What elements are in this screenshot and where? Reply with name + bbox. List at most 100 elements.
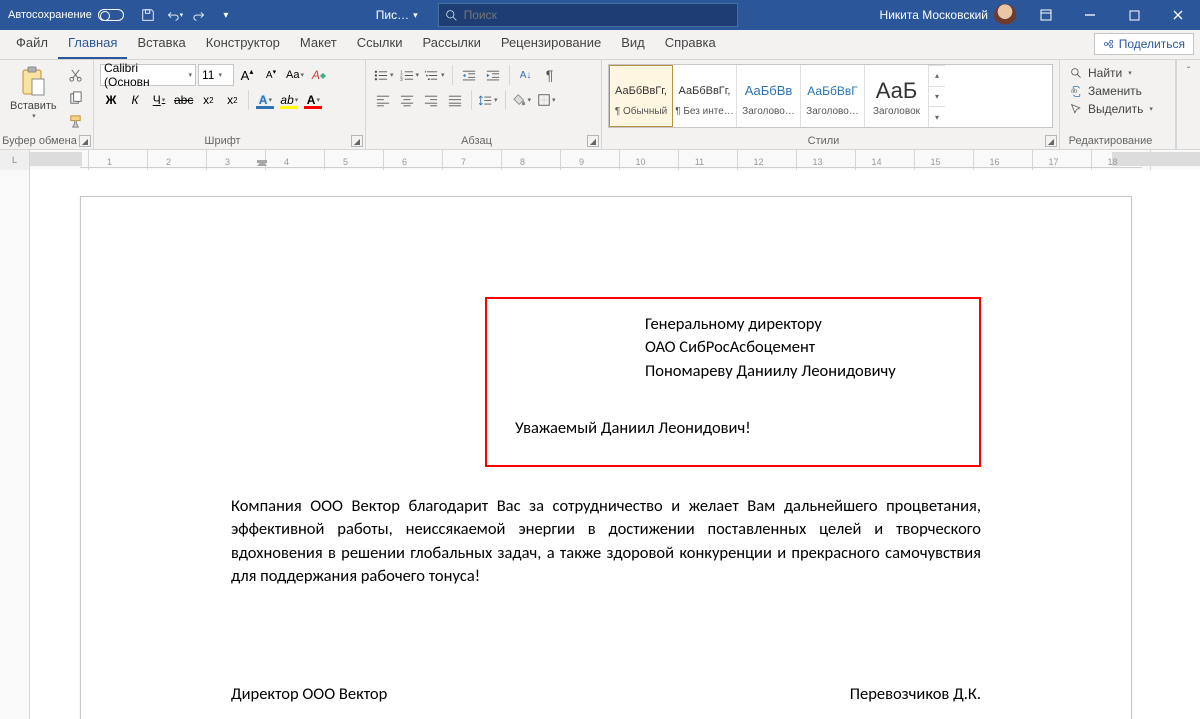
sort-icon[interactable]: A↓: [515, 64, 537, 86]
signer-title[interactable]: Директор ООО Вектор: [231, 683, 387, 706]
search-input[interactable]: [464, 8, 731, 22]
collapse-ribbon-icon[interactable]: ˇ: [1176, 60, 1200, 149]
salutation-line[interactable]: Уважаемый Даниил Леонидович!: [515, 417, 959, 440]
paragraph-dialog-launcher[interactable]: ◢: [587, 135, 599, 147]
gallery-down-icon[interactable]: ▾: [929, 86, 945, 107]
page[interactable]: Генеральному директору ОАО СибРосАсбоцем…: [80, 196, 1132, 719]
auto-save-label: Автосохранение: [8, 9, 92, 21]
style-item[interactable]: АаБбВвГЗаголово…: [801, 65, 865, 127]
search-icon: [445, 9, 458, 22]
tab-главная[interactable]: Главная: [58, 29, 127, 59]
redo-icon[interactable]: [188, 3, 212, 27]
quick-access-toolbar: ▾ ▾: [132, 3, 242, 27]
window-controls: [1024, 0, 1200, 30]
underline-button[interactable]: Ч▾: [148, 89, 170, 111]
body-paragraph[interactable]: Компания ООО Вектор благодарит Вас за со…: [231, 495, 981, 589]
paste-button[interactable]: Вставить ▾: [6, 64, 61, 122]
style-item[interactable]: АаБбВвГг,¶ Без инте…: [673, 65, 737, 127]
gallery-up-icon[interactable]: ▴: [929, 65, 945, 86]
copy-icon[interactable]: [65, 87, 87, 109]
clear-formatting-icon[interactable]: A◆: [308, 64, 330, 86]
borders-icon[interactable]: ▾: [535, 89, 558, 111]
show-marks-icon[interactable]: ¶: [539, 64, 561, 86]
line-spacing-icon[interactable]: ▾: [477, 89, 500, 111]
tab-конструктор[interactable]: Конструктор: [196, 29, 290, 59]
shading-icon[interactable]: ▾: [511, 89, 534, 111]
account-button[interactable]: Никита Московский: [872, 4, 1024, 26]
gallery-more-icon[interactable]: ▾: [929, 106, 945, 127]
document-title: Пис…▾: [376, 8, 434, 22]
font-color-button[interactable]: A▾: [302, 89, 324, 111]
hanging-indent-marker[interactable]: [257, 160, 267, 163]
style-item[interactable]: АаБЗаголовок: [865, 65, 929, 127]
svg-text:3: 3: [400, 77, 403, 82]
address-line[interactable]: ОАО СибРосАсбоцемент: [515, 336, 959, 359]
maximize-icon[interactable]: [1112, 0, 1156, 30]
address-line[interactable]: Генеральному директору: [515, 313, 959, 336]
tab-вид[interactable]: Вид: [611, 29, 655, 59]
superscript-button[interactable]: x2: [221, 89, 243, 111]
grow-font-icon[interactable]: A▴: [236, 64, 258, 86]
save-icon[interactable]: [136, 3, 160, 27]
styles-dialog-launcher[interactable]: ◢: [1045, 135, 1057, 147]
shrink-font-icon[interactable]: A▾: [260, 64, 282, 86]
tab-вставка[interactable]: Вставка: [127, 29, 195, 59]
font-name-select[interactable]: Calibri (Основн▾: [100, 64, 196, 86]
numbering-icon[interactable]: 123▾: [398, 64, 422, 86]
select-icon: [1070, 103, 1083, 116]
italic-button[interactable]: К: [124, 89, 146, 111]
search-box[interactable]: [438, 3, 738, 27]
window-title-bar: Автосохранение ▾ ▾ Пис…▾ Никита Московск…: [0, 0, 1200, 30]
share-button[interactable]: Поделиться: [1094, 33, 1194, 55]
format-painter-icon[interactable]: [65, 110, 87, 132]
font-size-select[interactable]: 11▾: [198, 64, 234, 86]
tab-справка[interactable]: Справка: [655, 29, 726, 59]
signer-name[interactable]: Перевозчиков Д.К.: [850, 683, 981, 706]
align-right-icon[interactable]: [420, 89, 442, 111]
ribbon-display-options-icon[interactable]: [1024, 0, 1068, 30]
highlight-button[interactable]: ab▾: [278, 89, 300, 111]
font-dialog-launcher[interactable]: ◢: [351, 135, 363, 147]
highlighted-text-block: Генеральному директору ОАО СибРосАсбоцем…: [485, 297, 981, 467]
group-label-editing: Редактирование: [1060, 135, 1161, 147]
tab-рецензирование[interactable]: Рецензирование: [491, 29, 611, 59]
align-center-icon[interactable]: [396, 89, 418, 111]
vertical-ruler[interactable]: [0, 170, 30, 719]
strikethrough-button[interactable]: abc: [172, 89, 195, 111]
address-line[interactable]: Пономареву Даниилу Леонидовичу: [515, 360, 959, 383]
tab-рассылки[interactable]: Рассылки: [412, 29, 490, 59]
undo-icon[interactable]: ▾: [162, 3, 186, 27]
first-line-indent-marker[interactable]: [257, 152, 267, 166]
tab-макет[interactable]: Макет: [290, 29, 347, 59]
group-editing: Найти▾ abЗаменить Выделить▾ Редактирован…: [1060, 60, 1176, 149]
minimize-icon[interactable]: [1068, 0, 1112, 30]
auto-save-toggle[interactable]: Автосохранение: [0, 9, 132, 21]
tab-файл[interactable]: Файл: [6, 29, 58, 59]
toggle-icon: [98, 9, 124, 21]
style-item[interactable]: АаБбВвЗаголово…: [737, 65, 801, 127]
multilevel-list-icon[interactable]: ▾: [423, 64, 447, 86]
align-left-icon[interactable]: [372, 89, 394, 111]
justify-icon[interactable]: [444, 89, 466, 111]
tab-selector[interactable]: L: [0, 150, 30, 170]
style-item[interactable]: АаБбВвГг,¶ Обычный: [609, 65, 673, 127]
change-case-icon[interactable]: Aa▾: [284, 64, 306, 86]
increase-indent-icon[interactable]: [482, 64, 504, 86]
bold-button[interactable]: Ж: [100, 89, 122, 111]
cut-icon[interactable]: [65, 64, 87, 86]
decrease-indent-icon[interactable]: [458, 64, 480, 86]
subscript-button[interactable]: x2: [197, 89, 219, 111]
close-icon[interactable]: [1156, 0, 1200, 30]
qat-customize-icon[interactable]: ▾: [214, 3, 238, 27]
ribbon-tabs: ФайлГлавнаяВставкаКонструкторМакетСсылки…: [0, 30, 1200, 60]
tab-ссылки[interactable]: Ссылки: [347, 29, 413, 59]
paste-icon: [19, 66, 47, 98]
bullets-icon[interactable]: ▾: [372, 64, 396, 86]
replace-button[interactable]: abЗаменить: [1066, 82, 1169, 100]
text-effects-button[interactable]: A▾: [254, 89, 276, 111]
select-button[interactable]: Выделить▾: [1066, 100, 1169, 118]
clipboard-dialog-launcher[interactable]: ◢: [79, 135, 91, 147]
find-button[interactable]: Найти▾: [1066, 64, 1169, 82]
horizontal-ruler[interactable]: L 123456789101112131415161718: [0, 150, 1200, 170]
group-label-paragraph: Абзац: [366, 135, 587, 147]
